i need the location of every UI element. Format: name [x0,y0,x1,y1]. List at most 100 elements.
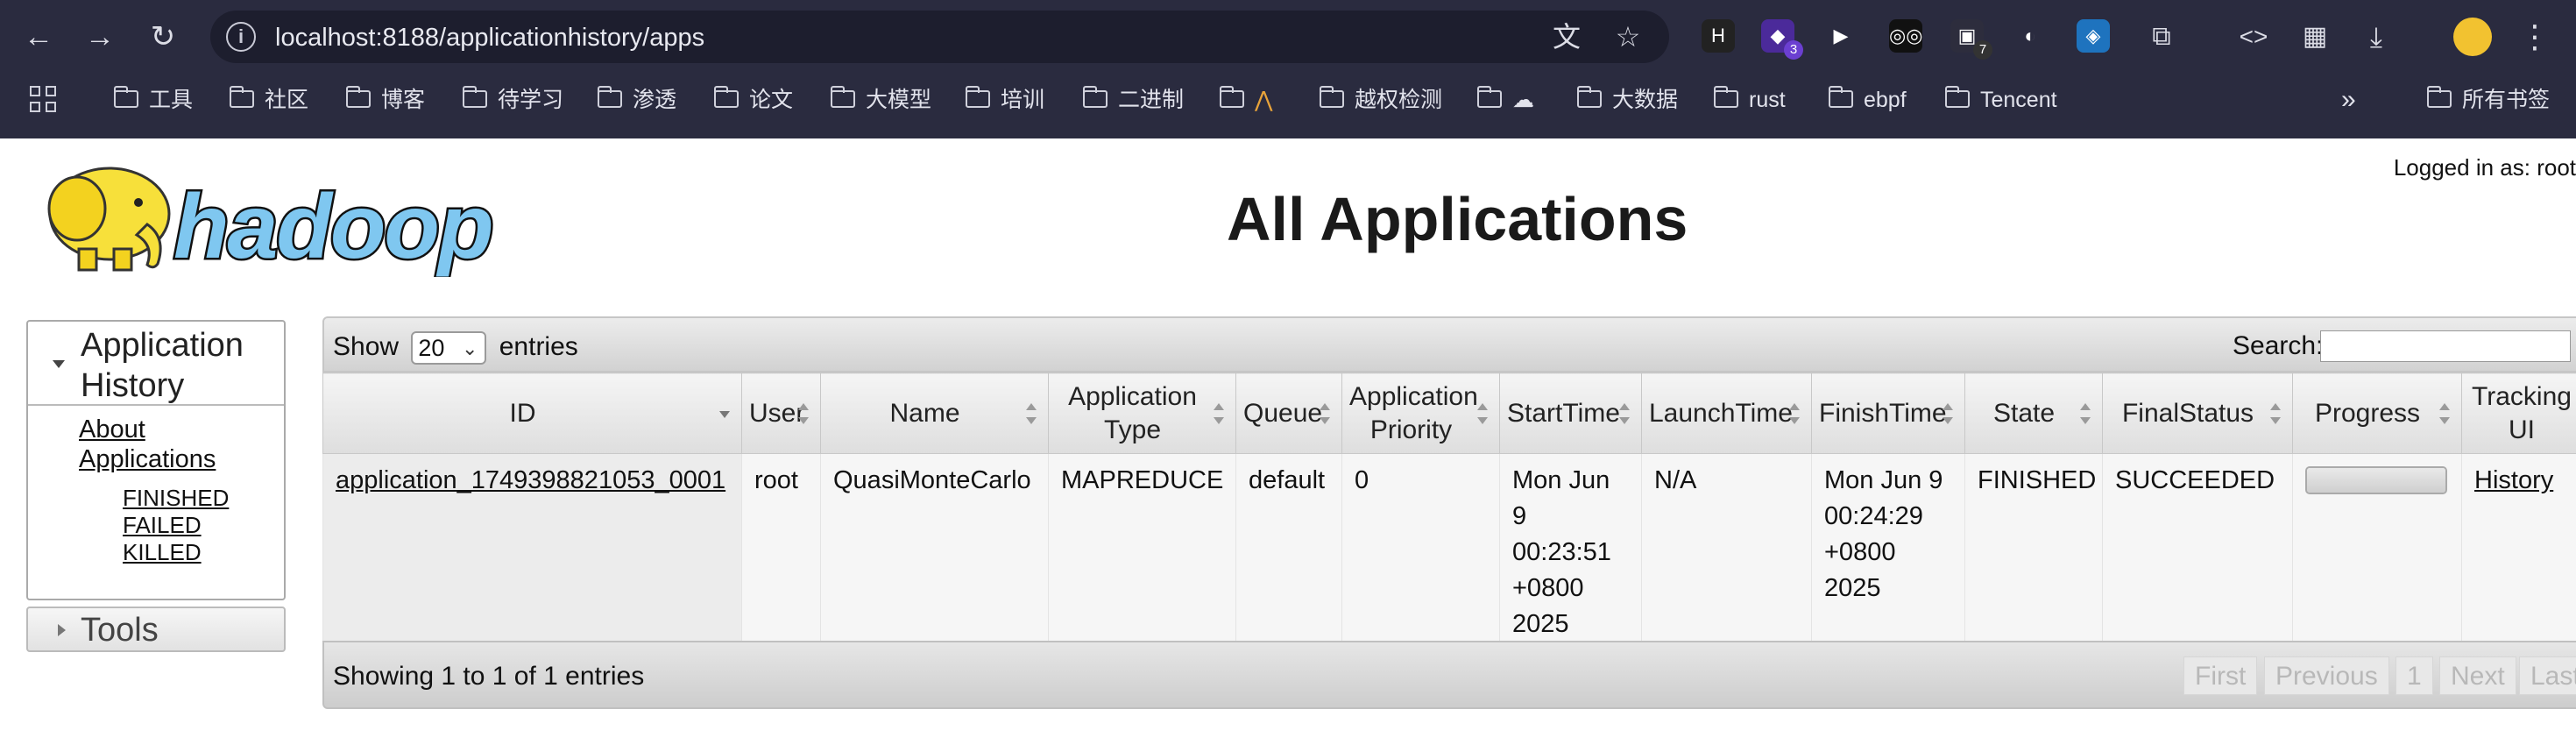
bookmark-folder[interactable]: ☁ [1476,84,1534,116]
bookmark-folder[interactable]: 越权检测 [1319,84,1442,116]
cell-text: SUCCEEDED [2115,466,2275,494]
all-bookmarks-folder[interactable]: 所有书签 [2426,84,2550,116]
sidebar-tools-section[interactable]: Tools [26,607,286,652]
bookmark-label: 论文 [749,88,794,112]
bookmark-folder[interactable]: 社区 [229,84,308,116]
sidebar-section-header[interactable]: Application History [28,322,284,406]
bookmark-folder[interactable]: ⋀ [1219,84,1273,116]
bookmark-folder[interactable]: 大数据 [1576,84,1678,116]
more-bookmarks-icon[interactable]: » [2341,84,2356,116]
menu-kebab-icon[interactable]: ⋮ [2519,18,2551,56]
profile-avatar[interactable] [2453,18,2492,56]
sort-both-icon [1025,401,1037,426]
layout-icon[interactable]: ▦ [2296,19,2334,54]
pager-previous-button[interactable]: Previous [2264,656,2389,695]
column-header-name[interactable]: Name [820,372,1049,454]
sort-desc-icon [718,401,731,426]
bookmark-folder[interactable]: 二进制 [1082,84,1185,116]
folder-icon [2426,86,2452,109]
bookmark-folder[interactable]: 大模型 [830,84,931,116]
pager-last-button[interactable]: Last [2519,656,2576,695]
column-header-finalstatus[interactable]: FinalStatus [2102,372,2293,454]
extension-glyph: H [1711,25,1725,46]
pager-1-button[interactable]: 1 [2396,656,2433,695]
column-header-id[interactable]: ID [322,372,742,454]
bookmark-folder[interactable]: 待学习 [462,84,564,116]
cell-name: QuasiMonteCarlo [820,453,1049,651]
bookmark-folder[interactable]: Tencent [1944,84,2057,116]
bookmarks-bar: 工具 社区 博客 待学习 渗透 论文 大模型 培训 二进制 ⋀ 越权检测 ☁ 大数据 rust ebpf Te… [0,79,2576,123]
bird-extension-icon[interactable]: ◐ [2013,19,2047,53]
column-header-application-priority[interactable]: Application Priority [1341,372,1500,454]
table-footer: Showing 1 to 1 of 1 entries First Previou… [322,641,2576,709]
translate-icon[interactable]: 文 [1551,21,1582,53]
back-icon[interactable]: ← [19,19,58,54]
column-header-label: LaunchTime [1649,398,1793,428]
column-header-label: Tracking UI [2472,381,2572,444]
column-header-starttime[interactable]: StartTime [1499,372,1642,454]
cell-text: default [1249,466,1326,494]
extension-glyph: ▣ [1957,25,1977,46]
pager-first-button[interactable]: First [2183,656,2258,695]
purple-extension-icon[interactable]: ◆ 3 [1761,19,1803,60]
search-input[interactable] [2320,330,2571,362]
column-header-label: Application Priority [1349,381,1478,444]
devtools-icon[interactable]: <> [2234,19,2273,54]
filter-failed-link[interactable]: FAILED [123,512,202,539]
column-header-queue[interactable]: Queue [1235,372,1342,454]
folder-icon [462,86,487,109]
folder-icon [1219,86,1244,109]
bookmark-label: 二进制 [1118,88,1185,112]
column-header-application-type[interactable]: Application Type [1048,372,1236,454]
sort-both-icon [2438,401,2451,426]
column-header-state[interactable]: State [1964,372,2103,454]
bookmark-folder[interactable]: 论文 [713,84,794,116]
extension-glyph: ◈ [2085,25,2101,46]
sort-both-icon [2079,401,2091,426]
folder-icon [1319,86,1344,109]
page-length-control: Show 20 ⌄ entries [333,331,578,365]
application-id-link[interactable]: application_1749398821053_0001 [336,466,725,494]
bookmark-folder[interactable]: ebpf [1828,84,1907,116]
play-extension-icon[interactable]: ▶ [1824,19,1858,53]
reload-icon[interactable]: ↻ [144,19,182,54]
column-header-finishtime[interactable]: FinishTime [1811,372,1965,454]
filter-finished-link[interactable]: FINISHED [123,485,229,512]
download-icon[interactable]: ⤓ [2357,19,2396,54]
logged-in-user: Logged in as: root [2393,154,2576,181]
extension-glyph: ◐ [2024,25,2036,46]
column-header-progress[interactable]: Progress [2292,372,2462,454]
folder-icon [113,86,138,109]
filter-killed-link[interactable]: KILLED [123,539,202,566]
bookmark-label: 待学习 [498,88,564,112]
bookmark-label: 渗透 [633,88,677,112]
bookmark-folder[interactable]: 工具 [113,84,193,116]
table-body: application_1749398821053_0001 root QuasiM… [322,453,2576,651]
pager-next-button[interactable]: Next [2439,656,2516,695]
forward-icon[interactable]: → [81,19,119,54]
address-bar[interactable]: i localhost:8188/applicationhistory/apps… [210,11,1669,63]
box-extension-icon[interactable]: ▣ 7 [1950,19,1992,60]
bookmark-folder[interactable]: 渗透 [597,84,677,116]
site-info-icon[interactable]: i [226,22,256,52]
h-extension-icon[interactable]: H [1702,19,1735,53]
page-length-select[interactable]: 20 ⌄ [411,331,487,365]
cube-extension-icon[interactable]: ◈ [2077,19,2110,53]
bookmark-star-icon[interactable]: ☆ [1612,21,1644,53]
bookmark-folder[interactable]: 博客 [345,84,425,116]
progress-bar [2305,466,2447,494]
apps-grid-icon[interactable] [30,86,58,114]
column-header-label: Application Type [1068,381,1197,444]
bookmark-folder[interactable]: rust [1713,84,1786,116]
page-length-value: 20 [418,335,445,361]
about-applications-link[interactable]: About Applications [79,415,254,474]
glasses-extension-icon[interactable]: ◎◎ [1889,19,1922,53]
extensions-puzzle-icon[interactable]: ⧉ [2142,19,2181,54]
column-header-tracking-ui[interactable]: Tracking UI [2461,372,2576,454]
tracking-ui-link[interactable]: History [2474,466,2553,494]
column-header-launchtime[interactable]: LaunchTime [1641,372,1812,454]
bookmark-folder[interactable]: 培训 [965,84,1044,116]
cell-id: application_1749398821053_0001 [322,453,742,651]
url-text[interactable]: localhost:8188/applicationhistory/apps [275,24,704,53]
column-header-user[interactable]: User [741,372,821,454]
